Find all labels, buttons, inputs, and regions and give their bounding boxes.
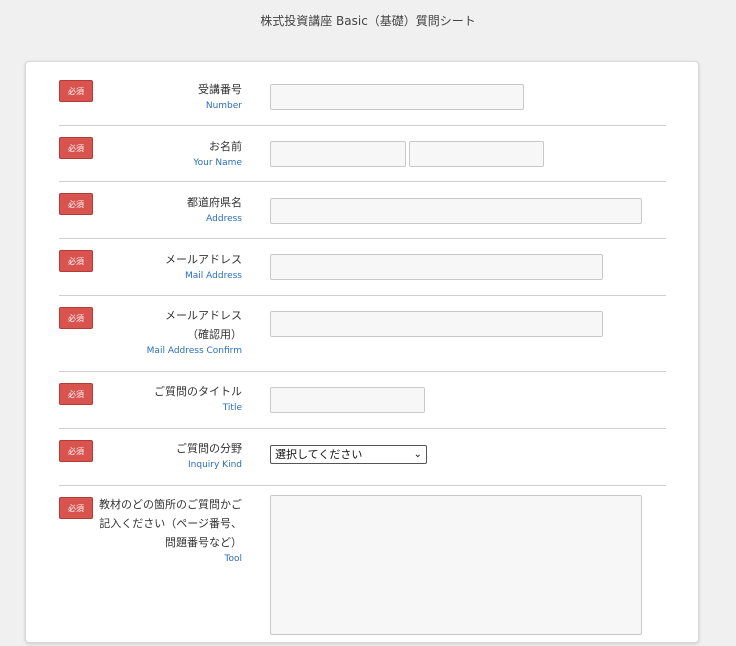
tool-label-line3: 問題番号など） bbox=[165, 536, 242, 549]
first-name-input[interactable] bbox=[270, 141, 406, 167]
chevron-down-icon: ⌄ bbox=[413, 449, 422, 460]
tool-label-line1: 教材のどの箇所のご質問かご bbox=[99, 498, 242, 511]
last-name-input[interactable] bbox=[409, 141, 544, 167]
mail-confirm-label-line1: メールアドレス bbox=[165, 309, 242, 322]
question-form: 必須 受講番号 Number 必須 お名前 Your Name 必須 都道府県名… bbox=[25, 61, 699, 643]
mail-confirm-sublabel: Mail Address Confirm bbox=[146, 346, 242, 356]
name-label-text: お名前 bbox=[209, 140, 242, 153]
required-badge: 必須 bbox=[59, 193, 93, 215]
page-title: 株式投資講座 Basic（基礎）質問シート bbox=[260, 14, 476, 28]
mail-confirm-input[interactable] bbox=[270, 311, 603, 337]
title-label-text: ご質問のタイトル bbox=[154, 385, 242, 398]
required-badge: 必須 bbox=[59, 497, 93, 519]
name-sublabel: Your Name bbox=[193, 158, 242, 168]
title-input[interactable] bbox=[270, 387, 425, 413]
kind-select[interactable]: 選択してください ⌄ bbox=[270, 445, 427, 464]
required-badge: 必須 bbox=[59, 440, 93, 462]
required-badge: 必須 bbox=[59, 383, 93, 405]
number-input[interactable] bbox=[270, 84, 524, 110]
address-label: 都道府県名 Address bbox=[187, 193, 242, 226]
address-sublabel: Address bbox=[206, 214, 242, 224]
kind-label-text: ご質問の分野 bbox=[176, 442, 242, 455]
title-label: ご質問のタイトル Title bbox=[154, 382, 242, 415]
address-label-text: 都道府県名 bbox=[187, 196, 242, 209]
tool-sublabel: Tool bbox=[224, 554, 242, 564]
address-input[interactable] bbox=[270, 198, 642, 224]
mail-confirm-label-line2: （確認用） bbox=[187, 328, 242, 341]
required-badge: 必須 bbox=[59, 250, 93, 272]
mail-label-text: メールアドレス bbox=[165, 253, 242, 266]
mail-sublabel: Mail Address bbox=[185, 271, 242, 281]
number-label: 受講番号 Number bbox=[198, 80, 242, 113]
number-sublabel: Number bbox=[205, 101, 242, 111]
required-badge: 必須 bbox=[59, 137, 93, 159]
title-sublabel: Title bbox=[222, 403, 242, 413]
mail-input[interactable] bbox=[270, 254, 603, 280]
tool-label: 教材のどの箇所のご質問かご 記入ください（ページ番号、 問題番号など） Tool bbox=[99, 495, 242, 566]
name-label: お名前 Your Name bbox=[193, 137, 242, 170]
required-badge: 必須 bbox=[59, 80, 93, 102]
required-badge: 必須 bbox=[59, 307, 93, 329]
kind-label: ご質問の分野 Inquiry Kind bbox=[176, 439, 242, 472]
mail-label: メールアドレス Mail Address bbox=[165, 250, 242, 283]
kind-select-value: 選択してください bbox=[275, 448, 363, 461]
tool-label-line2: 記入ください（ページ番号、 bbox=[99, 517, 242, 530]
tool-textarea[interactable] bbox=[270, 495, 642, 635]
number-label-text: 受講番号 bbox=[198, 83, 242, 96]
mail-confirm-label: メールアドレス （確認用） Mail Address Confirm bbox=[147, 306, 242, 358]
kind-sublabel: Inquiry Kind bbox=[188, 460, 242, 470]
